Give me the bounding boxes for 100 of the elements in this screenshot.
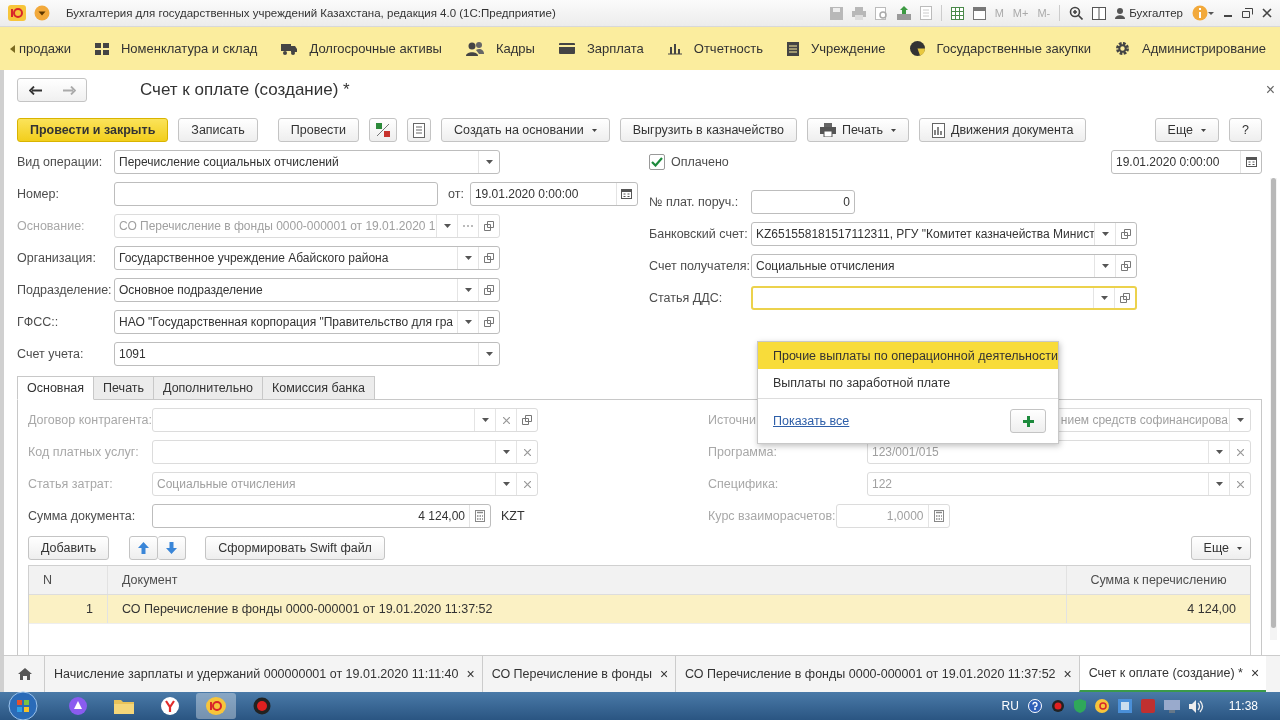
add-button[interactable] [1010,409,1046,433]
upload-icon[interactable] [896,6,911,20]
command-button[interactable]: Движения документа [918,118,1087,142]
list-item[interactable]: Выплаты по заработной плате [758,369,1058,396]
close-icon[interactable] [1262,8,1272,18]
tray-icon[interactable] [1050,699,1065,713]
calculator-icon [933,510,944,522]
show-all-link[interactable]: Показать все [773,414,850,428]
menu-button[interactable]: Создать на основании [441,118,610,142]
section-link[interactable]: Кадры [495,41,535,56]
close-button[interactable]: × [659,666,669,682]
date-field[interactable]: 19.01.2020 0:00:00 [469,182,638,206]
restore-icon[interactable] [1242,8,1253,18]
command-button[interactable]: Записать [178,118,258,142]
section-link[interactable]: Государственные закупки [936,41,1092,56]
field-label: Счет получателя: [649,259,751,273]
input-field[interactable] [751,286,1137,310]
field-label: Банковский счет: [649,227,749,241]
command-button[interactable]: Добавить [28,536,110,560]
input-field[interactable]: Перечисление социальных отчислений [114,150,500,174]
zoom-icon[interactable] [1069,6,1084,20]
input-field[interactable]: НАО "Государственная корпорация "Правительство для гра [114,310,500,334]
section-link[interactable]: Учреждение [811,41,886,56]
home-icon[interactable] [18,668,32,680]
bar-chart-icon [667,42,682,55]
app-logo-icon[interactable] [8,5,26,21]
input-field[interactable]: 4 124,00 [152,504,491,528]
column-header[interactable]: Сумма к перечислению [1066,566,1250,594]
menu-icon[interactable] [34,5,50,21]
shield-icon[interactable] [1073,699,1086,713]
volume-icon[interactable] [1188,699,1204,713]
forward-arrow-icon [62,85,76,95]
section-link[interactable]: Долгосрочные активы [309,41,442,56]
down-arrow-icon [166,542,178,554]
table-row[interactable]: 1 СО Перечисление в фонды 0000-000001 от 19.01.2020 11:37:52 4 124,00 [29,595,1250,624]
panel-icon[interactable] [1092,6,1107,20]
command-button[interactable]: ? [1229,118,1262,142]
primary-button[interactable]: Провести и закрыть [17,118,169,142]
clock[interactable]: 11:38 [1228,699,1258,713]
command-button[interactable]: Провести [277,118,360,142]
preview-icon[interactable] [874,6,888,20]
user-name[interactable]: Бухгалтер [1129,7,1183,19]
toolbar-button[interactable] [369,118,398,142]
open-window-icon [1121,261,1131,271]
move-up-button[interactable] [129,536,159,560]
date-field[interactable]: 19.01.2020 0:00:00 [1111,150,1262,174]
info-icon[interactable] [1192,5,1214,21]
close-button[interactable]: × [1265,81,1275,99]
checkbox[interactable] [649,154,665,170]
language-indicator[interactable]: RU [1001,699,1019,713]
move-down-button[interactable] [158,536,187,560]
caret-icon [1101,232,1109,236]
start-button[interactable] [8,691,38,720]
record-icon [253,697,271,715]
toolbar-button[interactable] [407,118,432,142]
table-icon[interactable] [950,6,964,20]
calendar-icon[interactable] [972,6,986,20]
tray-icon[interactable] [1117,699,1132,713]
input-field[interactable] [114,182,438,206]
people-icon [465,41,484,56]
field-label: Программа: [708,445,777,459]
grid-icon [95,42,109,55]
input-field[interactable]: 0 [751,190,855,214]
window-tab[interactable]: Счет к оплате (создание) * × [1078,656,1267,692]
section-link[interactable]: Администрирование [1142,41,1266,56]
command-button[interactable]: Выгрузить в казначейство [619,118,797,142]
field-label: Статья ДДС: [649,291,724,305]
input-field[interactable]: Социальные отчисления [751,254,1137,278]
section-link[interactable]: Зарплата [586,41,644,56]
tab[interactable]: Основная [17,376,95,400]
menu-button[interactable]: Еще [1190,536,1251,560]
input-field[interactable]: Основное подразделение [114,278,500,302]
close-button[interactable]: × [1063,666,1072,682]
menu-button[interactable]: Печать [807,118,909,142]
section-link[interactable]: Отчетность [693,41,764,56]
network-icon[interactable] [1163,699,1180,713]
app-button[interactable] [196,693,236,719]
caret-icon [1215,482,1223,486]
truck-icon [281,42,298,55]
tab[interactable]: Комиссия банка [263,376,375,400]
help-icon[interactable] [1027,699,1042,713]
form-title: Счет к оплате (создание) * [140,80,350,100]
close-button[interactable]: × [1250,665,1260,681]
list-item[interactable]: Прочие выплаты по операционной деятельности [758,342,1058,369]
input-field[interactable]: KZ651558181517112311, РГУ "Комитет казначейства Минист [751,222,1137,246]
menu-button[interactable]: Еще [1154,118,1220,142]
close-button[interactable]: × [466,666,475,682]
input-field[interactable]: Государственное учреждение Абайского района [114,246,500,270]
scrollbar[interactable] [1270,178,1277,640]
tab[interactable]: Дополнительно [154,376,263,400]
command-button[interactable]: Сформировать Swift файл [205,536,385,560]
tray-icon[interactable] [1094,699,1109,713]
section-link[interactable]: Номенклатура и склад [121,41,258,56]
section-link[interactable]: продажи [19,41,71,56]
open-window-icon [484,253,494,263]
field-label: Статья затрат: [28,477,114,491]
column-header[interactable]: Документ [107,566,1066,594]
column-header[interactable]: N [29,566,107,594]
input-field[interactable]: 1091 [114,342,500,366]
tab[interactable]: Печать [94,376,155,400]
